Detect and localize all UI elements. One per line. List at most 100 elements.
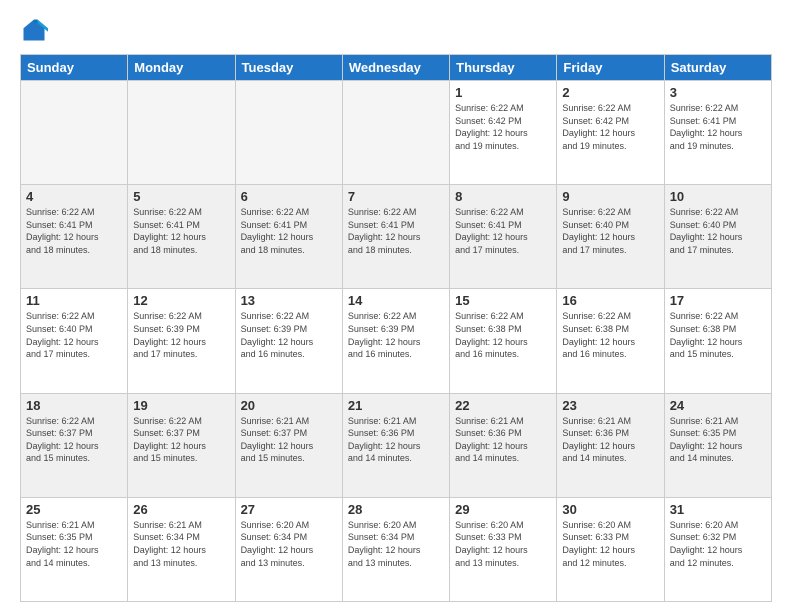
day-number: 1 [455,85,551,100]
calendar-week-row: 18 Sunrise: 6:22 AMSunset: 6:37 PMDayligh… [21,393,772,497]
day-info: Sunrise: 6:22 AMSunset: 6:40 PMDaylight:… [26,310,122,360]
day-info: Sunrise: 6:20 AMSunset: 6:34 PMDaylight:… [241,519,337,569]
calendar-cell: 11 Sunrise: 6:22 AMSunset: 6:40 PMDayligh… [21,289,128,393]
calendar-week-row: 25 Sunrise: 6:21 AMSunset: 6:35 PMDayligh… [21,497,772,601]
day-info: Sunrise: 6:22 AMSunset: 6:41 PMDaylight:… [133,206,229,256]
day-number: 22 [455,398,551,413]
day-number: 31 [670,502,766,517]
day-info: Sunrise: 6:20 AMSunset: 6:32 PMDaylight:… [670,519,766,569]
calendar-cell [342,81,449,185]
calendar-cell: 5 Sunrise: 6:22 AMSunset: 6:41 PMDaylight… [128,185,235,289]
calendar-cell: 25 Sunrise: 6:21 AMSunset: 6:35 PMDayligh… [21,497,128,601]
day-number: 28 [348,502,444,517]
calendar-cell: 28 Sunrise: 6:20 AMSunset: 6:34 PMDayligh… [342,497,449,601]
calendar-cell: 27Sunrise: 6:20 AMSunset: 6:34 PMDayligh… [235,497,342,601]
day-number: 17 [670,293,766,308]
day-number: 5 [133,189,229,204]
day-number: 16 [562,293,658,308]
day-info: Sunrise: 6:22 AMSunset: 6:40 PMDaylight:… [562,206,658,256]
calendar-cell: 20Sunrise: 6:21 AMSunset: 6:37 PMDayligh… [235,393,342,497]
day-number: 6 [241,189,337,204]
day-info: Sunrise: 6:22 AMSunset: 6:39 PMDaylight:… [241,310,337,360]
day-info: Sunrise: 6:22 AMSunset: 6:38 PMDaylight:… [562,310,658,360]
day-number: 25 [26,502,122,517]
calendar-cell: 31 Sunrise: 6:20 AMSunset: 6:32 PMDayligh… [664,497,771,601]
day-info: Sunrise: 6:22 AMSunset: 6:41 PMDaylight:… [670,102,766,152]
calendar-cell: 22 Sunrise: 6:21 AMSunset: 6:36 PMDayligh… [450,393,557,497]
day-info: Sunrise: 6:22 AMSunset: 6:40 PMDaylight:… [670,206,766,256]
day-info: Sunrise: 6:21 AMSunset: 6:35 PMDaylight:… [26,519,122,569]
day-number: 7 [348,189,444,204]
calendar-cell: 4 Sunrise: 6:22 AMSunset: 6:41 PMDaylight… [21,185,128,289]
calendar-cell: 17 Sunrise: 6:22 AMSunset: 6:38 PMDayligh… [664,289,771,393]
day-number: 29 [455,502,551,517]
day-info: Sunrise: 6:22 AMSunset: 6:37 PMDaylight:… [133,415,229,465]
day-info: Sunrise: 6:21 AMSunset: 6:37 PMDaylight:… [241,415,337,465]
day-info: Sunrise: 6:22 AMSunset: 6:41 PMDaylight:… [241,206,337,256]
day-info: Sunrise: 6:20 AMSunset: 6:33 PMDaylight:… [455,519,551,569]
calendar-cell: 7Sunrise: 6:22 AMSunset: 6:41 PMDaylight… [342,185,449,289]
calendar-week-row: 1 Sunrise: 6:22 AMSunset: 6:42 PMDaylight… [21,81,772,185]
day-number: 2 [562,85,658,100]
day-number: 11 [26,293,122,308]
day-number: 3 [670,85,766,100]
day-number: 19 [133,398,229,413]
day-info: Sunrise: 6:21 AMSunset: 6:35 PMDaylight:… [670,415,766,465]
calendar-cell: 18 Sunrise: 6:22 AMSunset: 6:37 PMDayligh… [21,393,128,497]
calendar-cell [128,81,235,185]
day-info: Sunrise: 6:22 AMSunset: 6:38 PMDaylight:… [455,310,551,360]
col-header-wednesday: Wednesday [342,55,449,81]
calendar-cell [235,81,342,185]
calendar-week-row: 11 Sunrise: 6:22 AMSunset: 6:40 PMDayligh… [21,289,772,393]
col-header-monday: Monday [128,55,235,81]
calendar-cell: 8Sunrise: 6:22 AMSunset: 6:41 PMDaylight… [450,185,557,289]
calendar-cell: 1 Sunrise: 6:22 AMSunset: 6:42 PMDaylight… [450,81,557,185]
calendar-cell: 26Sunrise: 6:21 AMSunset: 6:34 PMDayligh… [128,497,235,601]
day-info: Sunrise: 6:21 AMSunset: 6:36 PMDaylight:… [348,415,444,465]
day-number: 18 [26,398,122,413]
calendar-cell [21,81,128,185]
day-info: Sunrise: 6:21 AMSunset: 6:34 PMDaylight:… [133,519,229,569]
col-header-friday: Friday [557,55,664,81]
calendar-cell: 24 Sunrise: 6:21 AMSunset: 6:35 PMDayligh… [664,393,771,497]
col-header-tuesday: Tuesday [235,55,342,81]
day-info: Sunrise: 6:22 AMSunset: 6:41 PMDaylight:… [26,206,122,256]
day-number: 12 [133,293,229,308]
calendar-cell: 23 Sunrise: 6:21 AMSunset: 6:36 PMDayligh… [557,393,664,497]
calendar-cell: 15 Sunrise: 6:22 AMSunset: 6:38 PMDayligh… [450,289,557,393]
day-info: Sunrise: 6:22 AMSunset: 6:39 PMDaylight:… [133,310,229,360]
col-header-thursday: Thursday [450,55,557,81]
calendar-cell: 14Sunrise: 6:22 AMSunset: 6:39 PMDayligh… [342,289,449,393]
day-number: 24 [670,398,766,413]
day-number: 13 [241,293,337,308]
calendar-cell: 2Sunrise: 6:22 AMSunset: 6:42 PMDaylight… [557,81,664,185]
col-header-sunday: Sunday [21,55,128,81]
calendar-cell: 12 Sunrise: 6:22 AMSunset: 6:39 PMDayligh… [128,289,235,393]
calendar-cell: 30Sunrise: 6:20 AMSunset: 6:33 PMDayligh… [557,497,664,601]
calendar-cell: 6 Sunrise: 6:22 AMSunset: 6:41 PMDaylight… [235,185,342,289]
calendar-header-row: SundayMondayTuesdayWednesdayThursdayFrid… [21,55,772,81]
day-number: 15 [455,293,551,308]
day-number: 9 [562,189,658,204]
calendar-table: SundayMondayTuesdayWednesdayThursdayFrid… [20,54,772,602]
calendar-week-row: 4 Sunrise: 6:22 AMSunset: 6:41 PMDaylight… [21,185,772,289]
day-info: Sunrise: 6:20 AMSunset: 6:33 PMDaylight:… [562,519,658,569]
day-number: 14 [348,293,444,308]
day-number: 4 [26,189,122,204]
day-info: Sunrise: 6:22 AMSunset: 6:42 PMDaylight:… [455,102,551,152]
col-header-saturday: Saturday [664,55,771,81]
day-info: Sunrise: 6:20 AMSunset: 6:34 PMDaylight:… [348,519,444,569]
calendar-cell: 21 Sunrise: 6:21 AMSunset: 6:36 PMDayligh… [342,393,449,497]
day-info: Sunrise: 6:21 AMSunset: 6:36 PMDaylight:… [562,415,658,465]
calendar-cell: 19 Sunrise: 6:22 AMSunset: 6:37 PMDayligh… [128,393,235,497]
calendar-cell: 9 Sunrise: 6:22 AMSunset: 6:40 PMDaylight… [557,185,664,289]
day-info: Sunrise: 6:22 AMSunset: 6:38 PMDaylight:… [670,310,766,360]
day-number: 10 [670,189,766,204]
day-number: 23 [562,398,658,413]
day-info: Sunrise: 6:22 AMSunset: 6:37 PMDaylight:… [26,415,122,465]
day-number: 8 [455,189,551,204]
calendar-cell: 13 Sunrise: 6:22 AMSunset: 6:39 PMDayligh… [235,289,342,393]
day-info: Sunrise: 6:21 AMSunset: 6:36 PMDaylight:… [455,415,551,465]
calendar-cell: 29 Sunrise: 6:20 AMSunset: 6:33 PMDayligh… [450,497,557,601]
day-number: 21 [348,398,444,413]
